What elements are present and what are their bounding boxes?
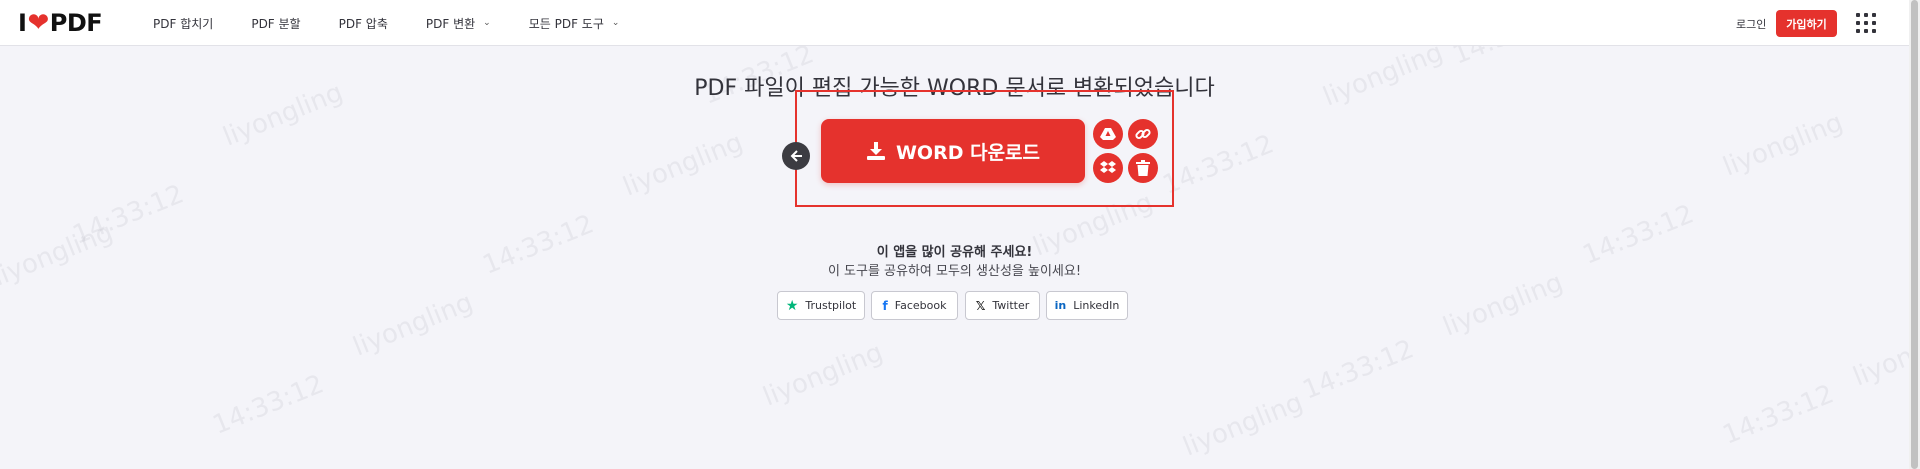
top-navbar: I ❤ PDF PDF 합치기 PDF 분할 PDF 압축 PDF 변환 ⌄ 모든…	[0, 0, 1909, 46]
logo-text-right: PDF	[49, 9, 103, 37]
copy-link-button[interactable]	[1128, 119, 1158, 149]
nav-all-pdf-tools[interactable]: 모든 PDF 도구 ⌄	[529, 15, 620, 32]
scrollbar-thumb[interactable]	[1911, 0, 1918, 469]
watermark-time: 14:33:12	[1298, 334, 1419, 406]
watermark-text: liyongling	[758, 337, 888, 413]
star-icon: ★	[785, 297, 799, 314]
watermark-time: 14:33:12	[1718, 379, 1839, 451]
download-word-button[interactable]: WORD 다운로드	[821, 119, 1085, 183]
apps-grid-icon[interactable]	[1856, 13, 1876, 33]
login-link[interactable]: 로그인	[1736, 16, 1766, 32]
x-twitter-icon: 𝕏	[975, 298, 986, 313]
nav-convert-pdf[interactable]: PDF 변환 ⌄	[426, 15, 491, 32]
facebook-button[interactable]: f Facebook	[871, 291, 958, 320]
google-drive-button[interactable]	[1093, 119, 1123, 149]
trustpilot-button[interactable]: ★ Trustpilot	[777, 291, 865, 320]
nav-split-pdf[interactable]: PDF 분할	[251, 15, 300, 32]
download-label: WORD 다운로드	[895, 141, 1041, 164]
watermark-text: liyongling	[1718, 107, 1848, 183]
linkedin-button[interactable]: in LinkedIn	[1046, 291, 1128, 320]
dropbox-button[interactable]	[1093, 153, 1123, 183]
link-icon	[1135, 128, 1151, 140]
twitter-label: Twitter	[992, 299, 1030, 312]
logo-text-left: I	[18, 9, 27, 37]
delete-button[interactable]	[1128, 153, 1158, 183]
vertical-scrollbar[interactable]	[1909, 0, 1920, 469]
watermark-text: liyongling	[348, 287, 478, 363]
nav-compress-pdf[interactable]: PDF 압축	[339, 15, 388, 32]
watermark-text: liyongling	[1178, 387, 1308, 463]
heart-icon: ❤	[27, 8, 49, 38]
back-button[interactable]	[782, 142, 810, 170]
watermark-text: liyongling	[618, 127, 748, 203]
watermark-time: 14:33:12	[208, 369, 329, 441]
share-title: 이 앱을 많이 공유해 주세요!	[876, 245, 1033, 260]
share-subtitle: 이 도구를 공유하여 모두의 생산성을 높이세요!	[827, 264, 1082, 279]
google-drive-icon	[1100, 128, 1116, 140]
trash-icon	[1136, 160, 1150, 176]
chevron-down-icon: ⌄	[483, 18, 491, 28]
download-icon	[866, 141, 886, 161]
facebook-icon: f	[882, 298, 888, 313]
watermark-time: 14:33:12	[1158, 129, 1279, 201]
dropbox-icon	[1100, 161, 1116, 173]
arrow-left-icon	[790, 150, 802, 162]
signup-button[interactable]: 가입하기	[1776, 10, 1837, 37]
linkedin-label: LinkedIn	[1073, 299, 1120, 312]
trustpilot-label: Trustpilot	[805, 299, 857, 312]
ilovepdf-logo[interactable]: I ❤ PDF	[18, 8, 103, 38]
facebook-label: Facebook	[894, 299, 947, 312]
nav-merge-pdf[interactable]: PDF 합치기	[153, 15, 213, 32]
main-nav: PDF 합치기 PDF 분할 PDF 압축 PDF 변환 ⌄ 모든 PDF 도구 ⌄	[153, 0, 657, 46]
linkedin-icon: in	[1054, 299, 1067, 312]
chevron-down-icon: ⌄	[611, 18, 620, 28]
twitter-button[interactable]: 𝕏 Twitter	[965, 291, 1040, 320]
